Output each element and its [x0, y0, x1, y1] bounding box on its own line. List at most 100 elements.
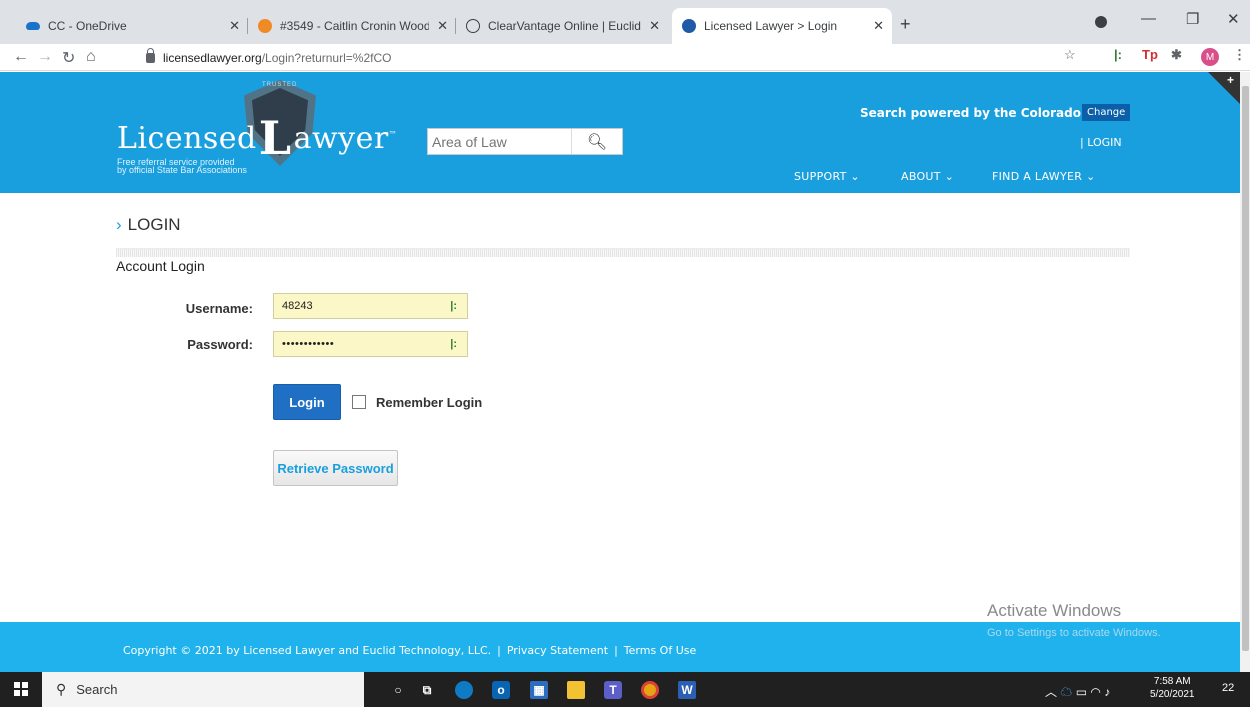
scrollbar-thumb[interactable] [1242, 86, 1249, 651]
volume-icon[interactable]: ♪ [1104, 685, 1110, 699]
footer-text: Copyright © 2021 by Licensed Lawyer and … [123, 644, 696, 657]
tab-licensed-lawyer[interactable]: Licensed Lawyer > Login ✕ [672, 8, 892, 44]
tab-title: CC - OneDrive [48, 19, 127, 33]
close-tab-icon[interactable]: ✕ [873, 18, 884, 34]
close-tab-icon[interactable]: ✕ [437, 18, 448, 34]
wifi-icon[interactable]: ◠ [1090, 685, 1100, 699]
logo-letter: L [258, 111, 292, 165]
activate-windows-subtitle: Go to Settings to activate Windows. [987, 627, 1161, 639]
onedrive-cloud-icon [26, 22, 40, 30]
network-icon[interactable]: ▭ [1076, 685, 1087, 699]
teams-icon[interactable]: T [604, 681, 622, 699]
tab-search-icon[interactable] [1095, 16, 1107, 28]
tab-clearvantage[interactable]: ClearVantage Online | Euclid Tech ✕ [456, 8, 668, 44]
page-title-text: LOGIN [127, 215, 181, 234]
taskbar-clock[interactable]: 7:58 AM 5/20/2021 [1150, 675, 1195, 701]
file-explorer-icon[interactable] [567, 681, 585, 699]
section-title: Account Login [116, 258, 205, 274]
section-divider [116, 248, 1130, 257]
globe-icon [466, 19, 480, 33]
taskbar-search[interactable]: ⚲ Search [42, 672, 364, 707]
keeper-fill-icon[interactable]: |: [450, 338, 457, 350]
tp-extension-icon[interactable]: Tp [1142, 47, 1158, 62]
username-field[interactable]: 48243 |: [273, 293, 468, 319]
tab-onedrive[interactable]: CC - OneDrive ✕ [16, 8, 248, 44]
home-icon[interactable]: ⌂ [86, 48, 96, 66]
close-window-icon[interactable]: ✕ [1227, 10, 1240, 28]
profile-avatar[interactable]: M [1201, 48, 1219, 66]
password-field[interactable]: •••••••••••• |: [273, 331, 468, 357]
nav-support[interactable]: SUPPORT ⌄ [794, 170, 860, 183]
url-path: /Login?returnurl=%2fCO [261, 50, 392, 65]
keeper-fill-icon[interactable]: |: [450, 300, 457, 312]
activate-windows-title: Activate Windows [987, 601, 1122, 620]
orange-flower-icon [258, 19, 272, 33]
remember-login-checkbox[interactable] [352, 395, 366, 409]
nav-about[interactable]: ABOUT ⌄ [901, 170, 954, 183]
chevron-up-icon[interactable]: ︿ [1045, 685, 1057, 699]
close-tab-icon[interactable]: ✕ [649, 18, 660, 34]
notification-center-icon[interactable]: 22 [1222, 682, 1240, 700]
url-host: licensedlawyer.org [163, 50, 262, 65]
clock-date: 5/20/2021 [1150, 689, 1195, 700]
logo-word-right: awyer [293, 121, 389, 156]
area-of-law-input[interactable] [428, 129, 571, 154]
copyright-text: Copyright © 2021 by Licensed Lawyer and … [123, 644, 492, 657]
plus-icon[interactable]: + [1227, 73, 1234, 87]
cortana-icon[interactable]: ○ [389, 681, 407, 699]
lock-icon [146, 47, 155, 63]
extensions-puzzle-icon[interactable]: ✱ [1171, 47, 1182, 63]
restore-icon[interactable]: ❐ [1186, 10, 1199, 28]
tab-title: Licensed Lawyer > Login [704, 19, 838, 33]
privacy-link[interactable]: Privacy Statement [507, 644, 608, 657]
browser-menu-icon[interactable]: ⋮ [1233, 47, 1246, 63]
system-tray[interactable]: ︿ ☁ ▭ ◠ ♪ [1045, 683, 1110, 700]
footer-separator: | [614, 644, 618, 657]
edge-icon[interactable] [455, 681, 473, 699]
back-icon[interactable]: ← [13, 48, 29, 66]
logo-trusted-text: TRUSTED [262, 82, 298, 88]
powered-by-text: Search powered by the Colorado Bar [860, 106, 1109, 120]
task-view-icon[interactable]: ⧉ [418, 681, 436, 699]
login-button[interactable]: Login [273, 384, 341, 420]
minimize-icon[interactable]: — [1141, 10, 1156, 27]
username-label: Username: [185, 301, 253, 316]
password-label: Password: [187, 337, 253, 352]
keeper-extension-icon[interactable]: |: [1114, 47, 1122, 62]
site-header: TRUSTED LicensedLawyer™ Free referral se… [0, 72, 1240, 193]
search-button[interactable]: 🔍︎ [571, 129, 622, 154]
windows-start-icon[interactable] [14, 682, 28, 696]
header-login-link[interactable]: | LOGIN [1080, 136, 1122, 149]
shield-icon [682, 19, 696, 33]
footer-separator: | [497, 644, 501, 657]
clock-time: 7:58 AM [1153, 676, 1191, 687]
retrieve-password-button[interactable]: Retrieve Password [273, 450, 398, 486]
change-bar-button[interactable]: Change [1082, 104, 1131, 121]
bookmark-star-icon[interactable]: ☆ [1064, 47, 1076, 63]
search-icon: 🔍︎ [586, 133, 608, 151]
tab-title: ClearVantage Online | Euclid Tech [488, 19, 641, 33]
chevron-right-icon: › [116, 215, 122, 234]
tab-title: #3549 - Caitlin Cronin Woodward [280, 19, 430, 33]
word-icon[interactable]: W [678, 681, 696, 699]
new-tab-button[interactable]: + [900, 14, 911, 35]
search-icon: ⚲ [56, 681, 67, 697]
onedrive-cloud-icon[interactable]: ☁ [1060, 685, 1072, 699]
taskbar-search-label: Search [76, 682, 118, 697]
remember-login-label[interactable]: Remember Login [376, 395, 482, 410]
nav-find-a-lawyer[interactable]: FIND A LAWYER ⌄ [992, 170, 1096, 183]
close-tab-icon[interactable]: ✕ [229, 18, 240, 34]
corner-ribbon[interactable] [1208, 72, 1240, 104]
reload-icon[interactable]: ↻ [62, 48, 75, 68]
logo-word-left: Licensed [117, 121, 257, 156]
chrome-icon[interactable] [641, 681, 659, 699]
terms-link[interactable]: Terms Of Use [624, 644, 696, 657]
browser-tab-strip: CC - OneDrive ✕ #3549 - Caitlin Cronin W… [0, 0, 1250, 44]
store-icon[interactable]: ▦ [530, 681, 548, 699]
password-value: •••••••••••• [282, 338, 335, 350]
outlook-icon[interactable]: o [492, 681, 510, 699]
tab-ticket[interactable]: #3549 - Caitlin Cronin Woodward ✕ [248, 8, 456, 44]
forward-icon[interactable]: → [37, 48, 53, 66]
page-title: › LOGIN [116, 215, 181, 235]
site-logo[interactable]: LicensedLawyer™ Free referral service pr… [117, 105, 397, 175]
